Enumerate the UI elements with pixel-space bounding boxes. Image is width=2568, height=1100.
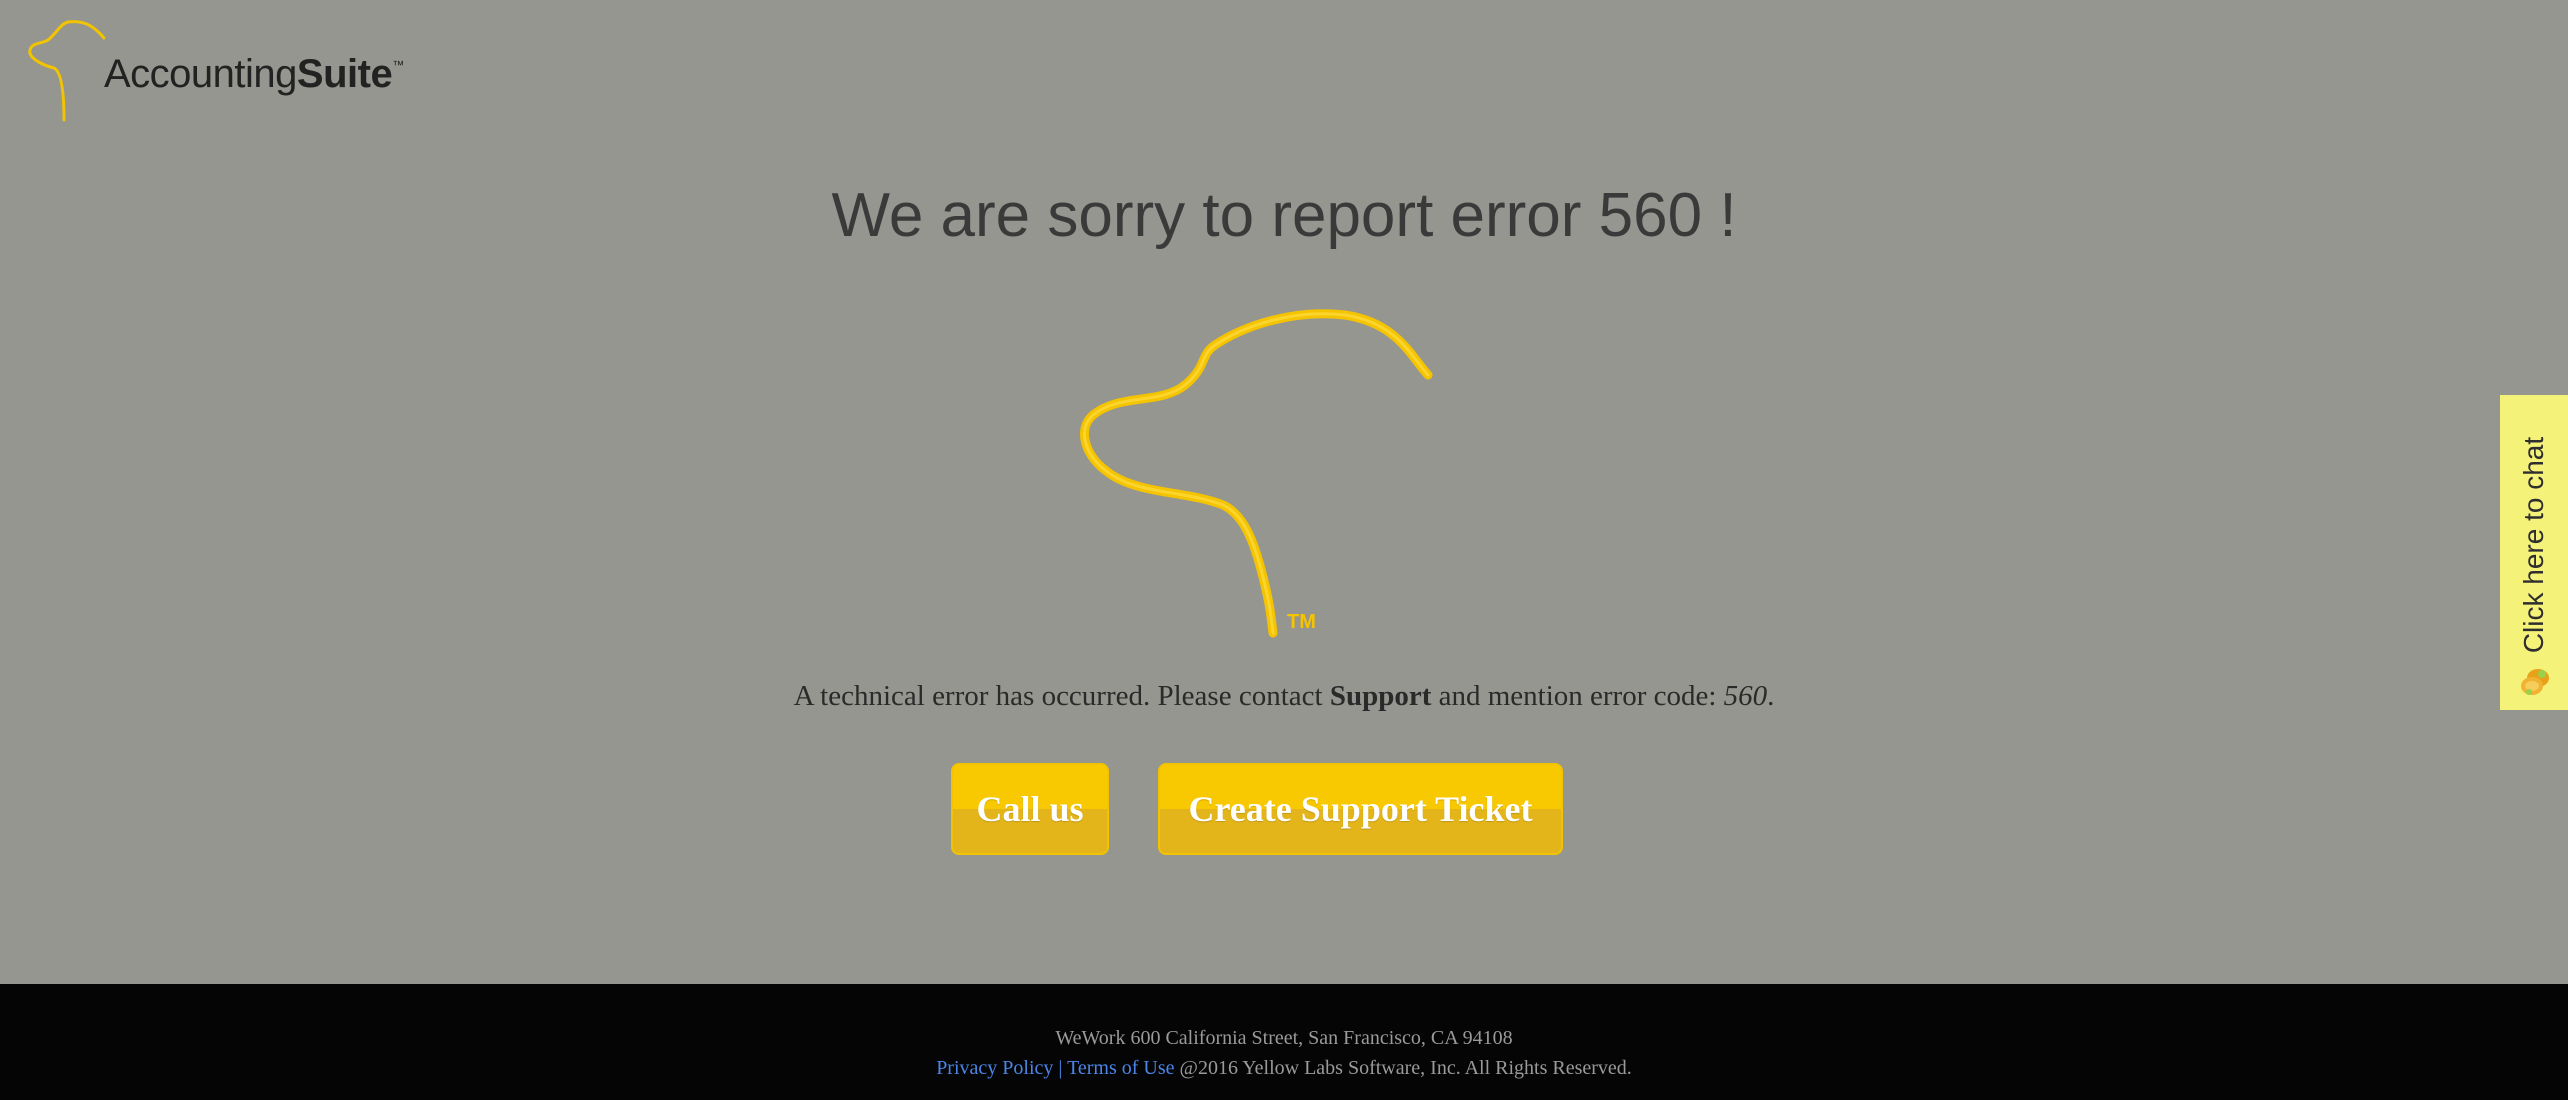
chat-label: Click here to chat: [2518, 436, 2549, 654]
message-text-before: A technical error has occurred. Please c…: [793, 680, 1330, 712]
call-us-button[interactable]: Call us: [951, 763, 1109, 855]
dog-head-logo-icon: [28, 20, 106, 122]
error-message: A technical error has occurred. Please c…: [0, 680, 2568, 713]
logo-trademark: ™: [392, 58, 404, 72]
chat-tab[interactable]: Click here to chat: [2500, 395, 2568, 710]
footer-links-line: Privacy Policy | Terms of Use @2016 Yell…: [0, 1057, 2568, 1080]
terms-of-use-link[interactable]: Terms of Use: [1067, 1057, 1174, 1079]
error-code: 560: [1723, 680, 1768, 712]
dog-head-mascot-icon: TM: [1080, 309, 1433, 638]
logo-name-bold: Suite: [296, 52, 393, 96]
footer-address: WeWork 600 California Street, San Franci…: [1055, 1027, 1513, 1049]
message-text-end: .: [1767, 680, 1775, 712]
error-title: We are sorry to report error 560 !: [831, 181, 1737, 250]
create-support-ticket-button[interactable]: Create Support Ticket: [1158, 763, 1563, 855]
accountingsuite-logo[interactable]: AccountingSuite™: [28, 16, 404, 126]
message-text-middle: and mention error code:: [1431, 680, 1724, 712]
footer: WeWork 600 California Street, San Franci…: [0, 984, 2568, 1100]
logo-name-regular: Accounting: [104, 52, 297, 96]
logo-text: AccountingSuite™: [104, 52, 404, 97]
privacy-policy-link[interactable]: Privacy Policy: [936, 1057, 1053, 1079]
footer-copyright: @2016 Yellow Labs Software, Inc. All Rig…: [1174, 1057, 1632, 1079]
footer-link-separator: |: [1053, 1057, 1068, 1079]
mascot-trademark: TM: [1287, 611, 1316, 633]
support-text: Support: [1329, 680, 1432, 712]
chat-bubbles-icon: [2521, 669, 2549, 695]
